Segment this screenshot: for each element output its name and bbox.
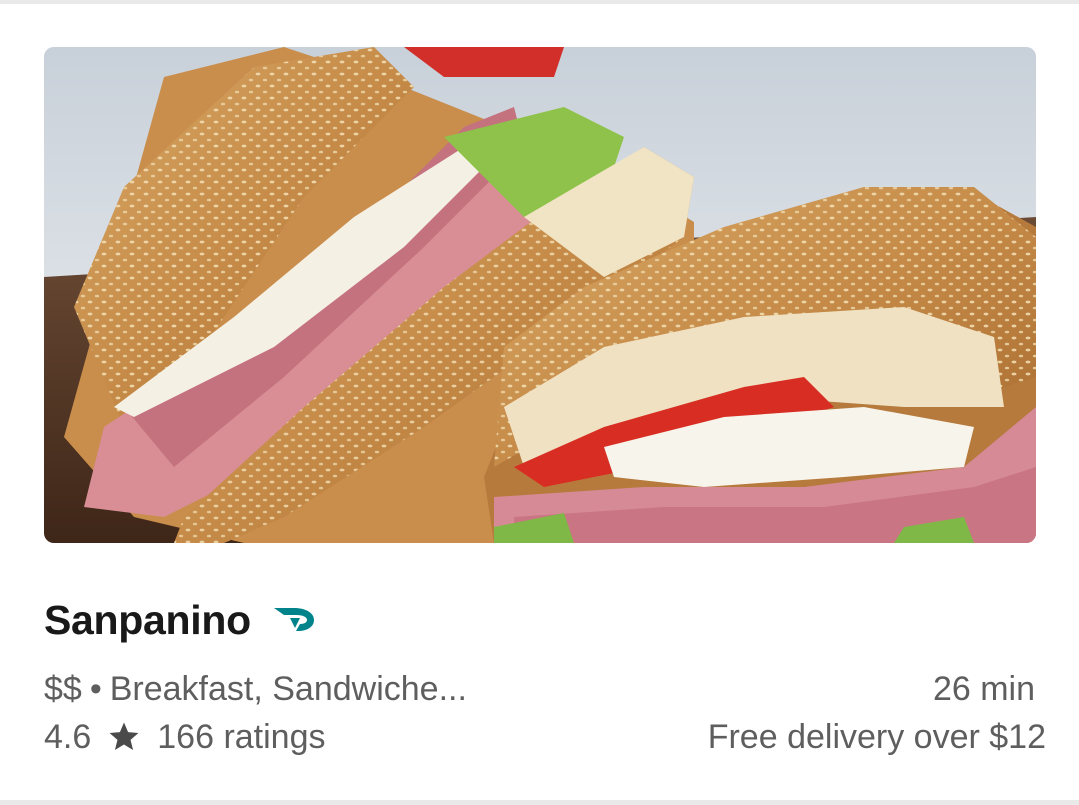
dashpass-icon — [274, 608, 314, 631]
store-hero-image[interactable] — [44, 47, 1036, 543]
delivery-eta: 26 min — [932, 670, 1035, 708]
bottom-divider — [0, 800, 1079, 805]
store-meta: $$ • Breakfast, Sandwiche... — [44, 668, 467, 710]
rating-row: 4.6 166 ratings — [44, 716, 326, 758]
store-card[interactable]: Sanpanino $$ • Breakfast, Sandwiche... 4.6… — [0, 0, 1079, 800]
price-range: $$ — [44, 670, 82, 708]
rating-value: 4.6 — [44, 718, 92, 756]
cuisine-list: Breakfast, Sandwiche... — [109, 670, 467, 708]
delivery-fee: Free delivery over $12 — [707, 718, 1046, 756]
separator-dot: • — [89, 670, 102, 708]
star-icon — [109, 722, 139, 751]
ratings-count: 166 ratings — [157, 718, 326, 756]
store-name: Sanpanino — [44, 597, 251, 643]
sandwich-photo — [44, 47, 1036, 543]
